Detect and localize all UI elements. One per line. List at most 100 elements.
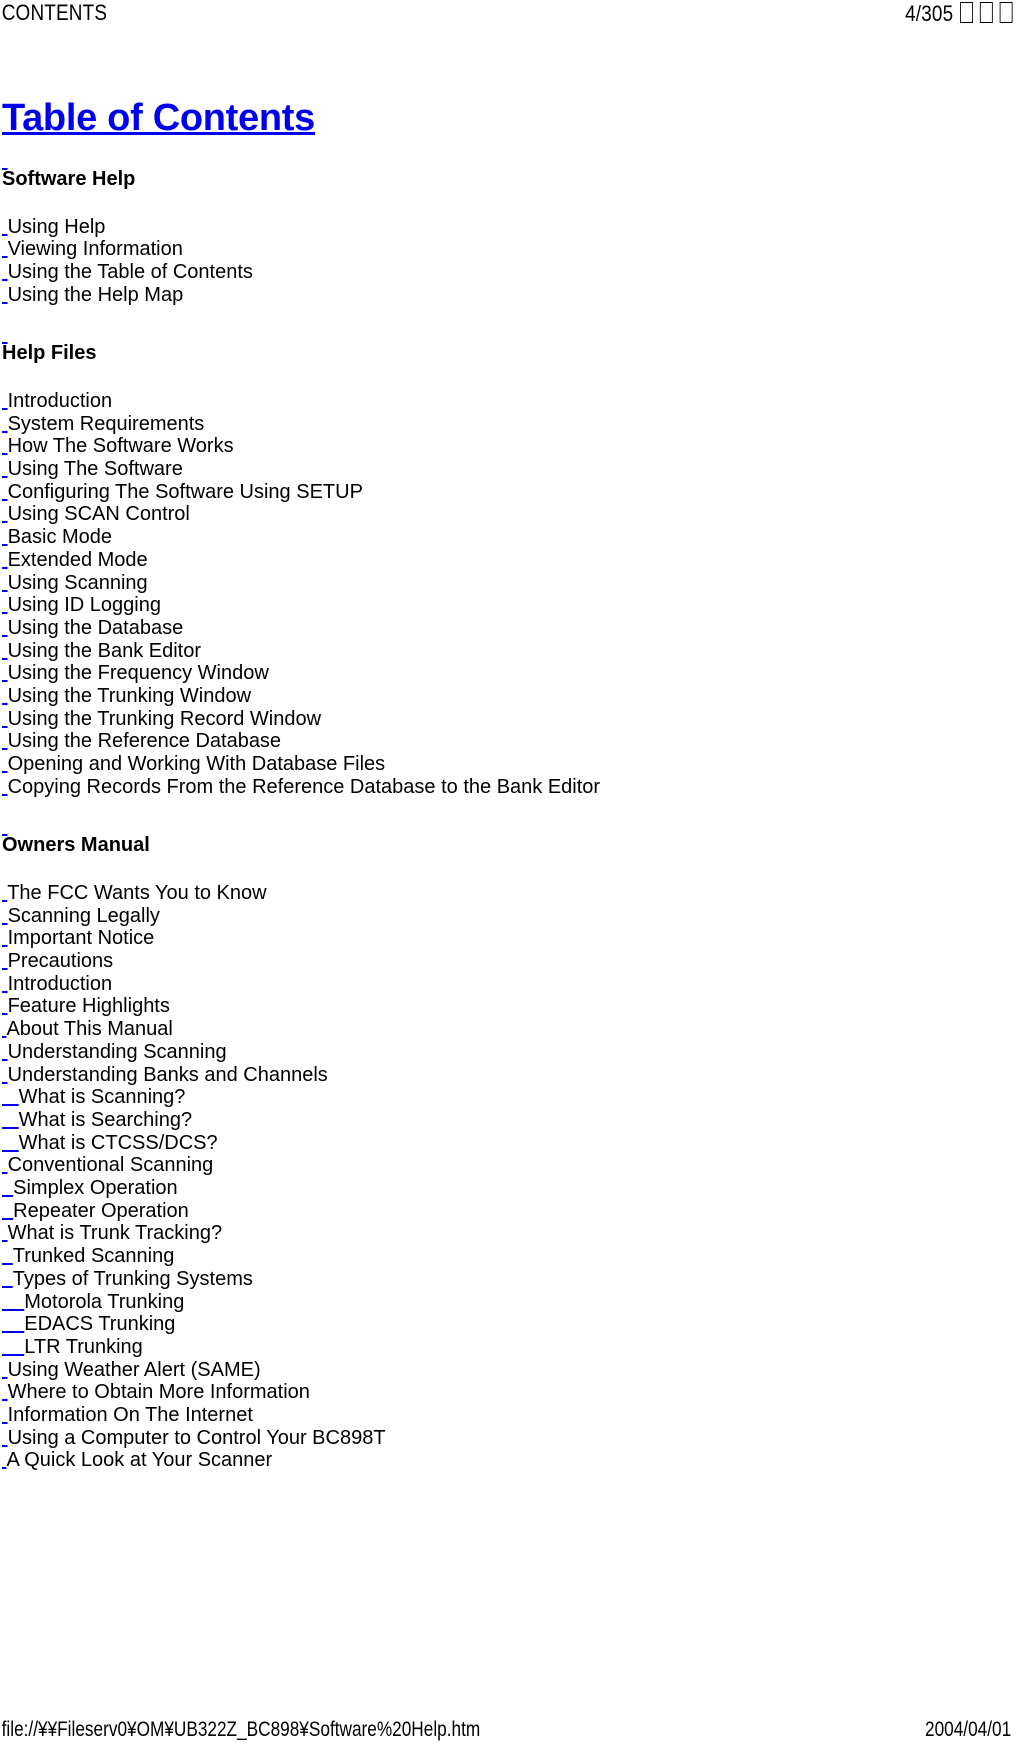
toc-entry-label: Using the Help Map — [7, 283, 184, 306]
toc-entry-label: Configuring The Software Using SETUP — [7, 480, 363, 503]
section-anchor[interactable] — [2, 821, 1002, 833]
toc-entry[interactable]: Trunked Scanning — [2, 1245, 1002, 1268]
toc-entry-label: Using Help — [7, 215, 106, 238]
toc-entry[interactable]: EDACS Trunking — [2, 1313, 1002, 1336]
toc-entry-link[interactable] — [2, 1200, 13, 1222]
toc-entry[interactable]: Basic Mode — [2, 526, 1002, 549]
toc-entry[interactable]: Using Weather Alert (SAME) — [2, 1359, 1002, 1382]
toc-entry-label: Using the Trunking Window — [7, 685, 252, 708]
toc-entry[interactable]: Understanding Banks and Channels — [2, 1064, 1002, 1087]
toc-entry[interactable]: Where to Obtain More Information — [2, 1381, 1002, 1404]
toc-entry-link[interactable] — [2, 1291, 24, 1313]
toc-entry[interactable]: Using the Help Map — [2, 284, 1002, 307]
toc-entry-label: Trunked Scanning — [12, 1245, 175, 1268]
toc-entry[interactable]: Copying Records From the Reference Datab… — [2, 776, 1002, 799]
toc-entry-label: What is Scanning? — [18, 1086, 186, 1109]
toc-entry[interactable]: Using Help — [2, 216, 1002, 239]
toc-entry[interactable]: Types of Trunking Systems — [2, 1268, 1002, 1291]
toc-entry-label: EDACS Trunking — [24, 1313, 176, 1336]
toc-entry-label: Using the Table of Contents — [7, 261, 253, 284]
toc-entry-label: Using ID Logging — [7, 594, 161, 617]
missing-glyph-icon — [999, 2, 1013, 23]
toc-entry[interactable]: Using the Trunking Record Window — [2, 708, 1002, 731]
toc-entry[interactable]: Introduction — [2, 390, 1002, 413]
toc-entry-link[interactable] — [2, 1268, 13, 1290]
toc-entry-label: Understanding Banks and Channels — [7, 1063, 328, 1086]
toc-entry-label: What is Trunk Tracking? — [7, 1222, 223, 1245]
toc-entry[interactable]: Simplex Operation — [2, 1177, 1002, 1200]
toc-entry[interactable]: Feature Highlights — [2, 995, 1002, 1018]
toc-entry[interactable]: Information On The Internet — [2, 1404, 1002, 1427]
toc-entry-label: A Quick Look at Your Scanner — [6, 1449, 273, 1472]
toc-entry[interactable]: About This Manual — [2, 1018, 1002, 1041]
section-heading: Help Files — [2, 342, 97, 365]
toc-entry-label: Basic Mode — [7, 526, 113, 549]
toc-entry-label: Understanding Scanning — [7, 1040, 227, 1063]
toc-entry[interactable]: What is CTCSS/DCS? — [2, 1132, 1002, 1155]
toc-entry[interactable]: What is Trunk Tracking? — [2, 1222, 1002, 1245]
toc-entry[interactable]: Configuring The Software Using SETUP — [2, 481, 1002, 504]
toc-entry-label: Motorola Trunking — [24, 1290, 185, 1313]
toc-entry[interactable]: Viewing Information — [2, 238, 1002, 261]
toc-entry[interactable]: Introduction — [2, 973, 1002, 996]
toc-entry[interactable]: Extended Mode — [2, 549, 1002, 572]
toc-entry-label: LTR Trunking — [24, 1335, 143, 1358]
toc-entry-link[interactable] — [2, 1086, 19, 1108]
footer-file-path: file://¥¥Fileserv0¥OM¥UB322Z_BC898¥Softw… — [1, 1718, 481, 1741]
toc-entry-label: Simplex Operation — [13, 1177, 178, 1200]
toc-entry-label: Using The Software — [7, 457, 183, 480]
toc-entry[interactable]: What is Searching? — [2, 1109, 1002, 1132]
toc-entry-label: Using the Database — [7, 616, 184, 639]
toc-entry[interactable]: Conventional Scanning — [2, 1154, 1002, 1177]
toc-entry[interactable]: A Quick Look at Your Scanner — [2, 1449, 1002, 1472]
toc-entry-label: Using a Computer to Control Your BC898T — [7, 1426, 386, 1449]
print-header: CONTENTS 4/305 — [0, 0, 1016, 34]
section-anchor[interactable] — [2, 155, 1002, 167]
toc-entry-label: Feature Highlights — [7, 995, 170, 1018]
toc-entry[interactable]: LTR Trunking — [2, 1336, 1002, 1359]
toc-entry[interactable]: What is Scanning? — [2, 1086, 1002, 1109]
toc-entry-label: System Requirements — [7, 412, 205, 435]
toc-entry[interactable]: Scanning Legally — [2, 905, 1002, 928]
toc-entry-label: Using SCAN Control — [7, 503, 190, 526]
page-title[interactable]: Table of Contents — [2, 97, 315, 139]
toc-entry-label: What is Searching? — [18, 1108, 193, 1131]
toc-entry-link[interactable] — [2, 1109, 19, 1131]
toc-entry[interactable]: Important Notice — [2, 927, 1002, 950]
toc-entry[interactable]: Opening and Working With Database Files — [2, 753, 1002, 776]
toc-entry-link[interactable] — [2, 1313, 24, 1335]
toc-entry[interactable]: Repeater Operation — [2, 1200, 1002, 1223]
toc-entry[interactable]: Using the Bank Editor — [2, 640, 1002, 663]
toc-entry[interactable]: System Requirements — [2, 413, 1002, 436]
toc-entry[interactable]: Using the Reference Database — [2, 730, 1002, 753]
toc-entry-link[interactable] — [2, 1177, 13, 1199]
footer-date: 2004/04/01 — [924, 1718, 1012, 1741]
toc-entry[interactable]: Using the Database — [2, 617, 1002, 640]
toc-entry[interactable]: Using the Trunking Window — [2, 685, 1002, 708]
toc-entry-label: Using the Frequency Window — [7, 662, 269, 685]
toc-entry[interactable]: Using The Software — [2, 458, 1002, 481]
toc-entry-link[interactable] — [2, 1132, 19, 1154]
toc-entry[interactable]: Using the Frequency Window — [2, 662, 1002, 685]
missing-glyph-icon — [979, 2, 993, 23]
section-anchor[interactable] — [2, 329, 1002, 341]
toc-entry-label: Repeater Operation — [13, 1199, 189, 1222]
print-header-page-info: 4/305 — [905, 0, 1016, 27]
toc-entry[interactable]: Using the Table of Contents — [2, 261, 1002, 284]
toc-entry[interactable]: Using ID Logging — [2, 594, 1002, 617]
toc-entry[interactable]: Understanding Scanning — [2, 1041, 1002, 1064]
toc-entry[interactable]: Motorola Trunking — [2, 1291, 1002, 1314]
toc-entry[interactable]: Using Scanning — [2, 572, 1002, 595]
toc-entry[interactable]: How The Software Works — [2, 435, 1002, 458]
toc-entry-label: Types of Trunking Systems — [12, 1267, 253, 1290]
toc-entry[interactable]: Using a Computer to Control Your BC898T — [2, 1427, 1002, 1450]
toc-entry[interactable]: The FCC Wants You to Know — [2, 882, 1002, 905]
toc-entry[interactable]: Using SCAN Control — [2, 503, 1002, 526]
toc-entry-link[interactable] — [2, 1245, 13, 1267]
toc-entry-link[interactable] — [2, 1336, 24, 1358]
toc-entry[interactable]: Precautions — [2, 950, 1002, 973]
toc-entry-label: Copying Records From the Reference Datab… — [7, 775, 601, 798]
